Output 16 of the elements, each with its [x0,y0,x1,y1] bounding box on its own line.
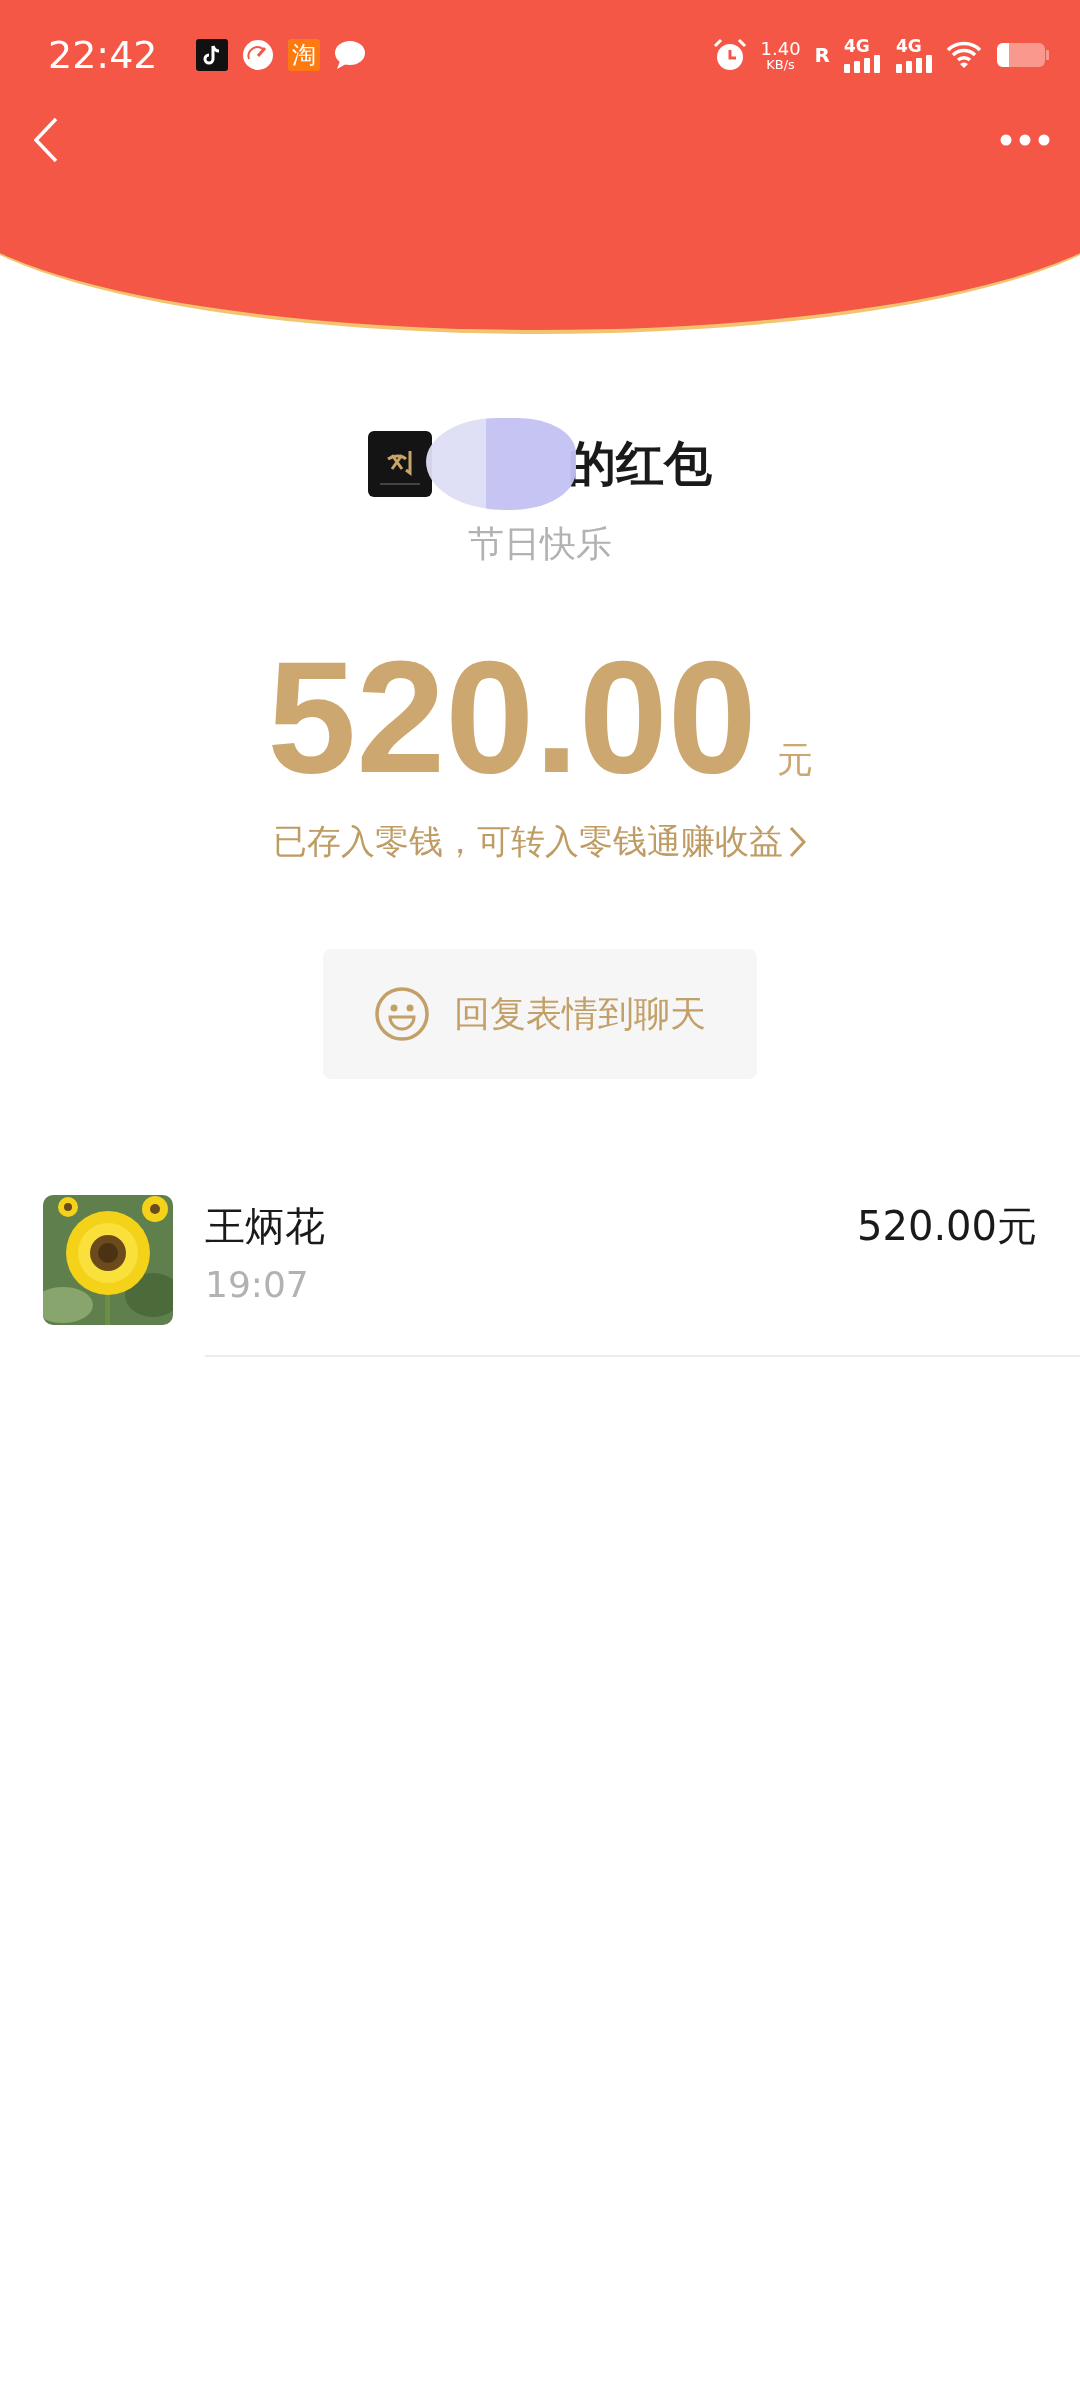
receive-time: 19:07 [205,1264,310,1305]
status-time: 22:42 [48,33,158,77]
deposit-note[interactable]: 已存入零钱，可转入零钱通赚收益 [273,819,783,865]
speed-unit: KB/s [766,57,795,71]
reply-sticker-button[interactable]: 回复表情到聊天 [323,949,757,1079]
packet-title: 的红包 [568,434,712,493]
receiver-name: 王炳花 [205,1202,325,1251]
received-amount: 520.00元 [857,1202,1037,1251]
network-type: 4G [896,37,923,55]
network-type: 4G [844,37,871,55]
network-speed: 1.40 [760,39,801,58]
roaming-indicator: R [814,43,830,67]
shopping-app-icon: 淘 [287,39,320,71]
amount: 520.00 [267,629,757,805]
greeting-text: 节日快乐 [468,522,612,566]
currency-unit: 元 [776,738,813,782]
